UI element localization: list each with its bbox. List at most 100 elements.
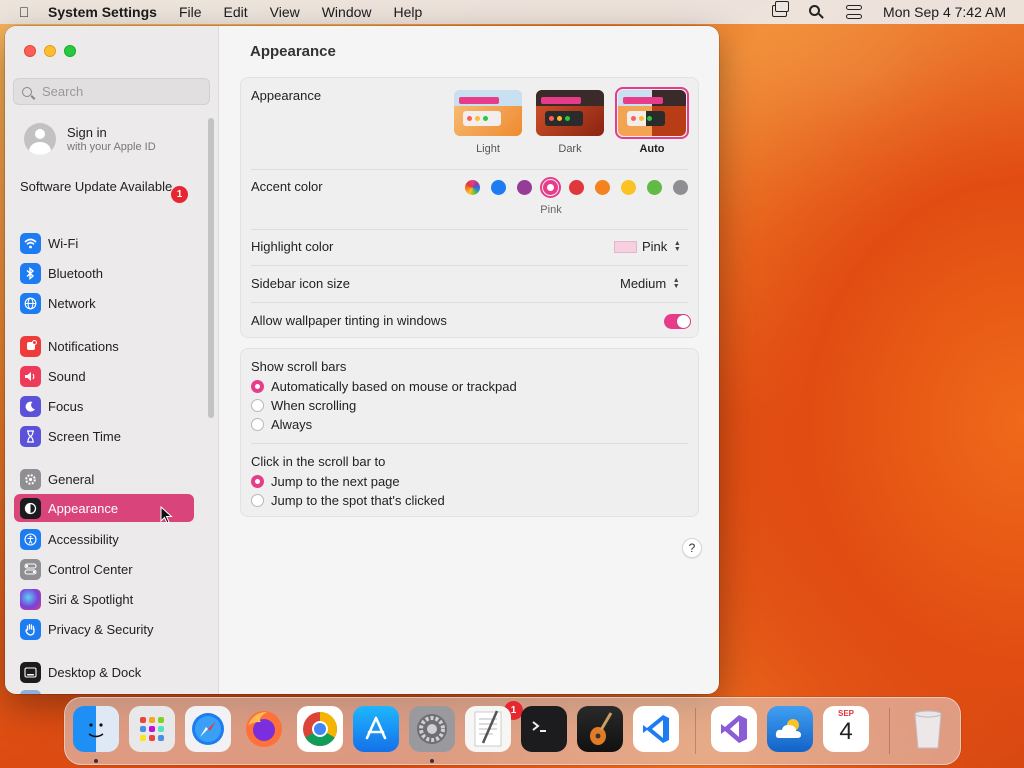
- scroll-bars-option-always[interactable]: Always: [251, 417, 688, 432]
- accent-purple-swatch[interactable]: [517, 180, 532, 195]
- dock-calendar-icon[interactable]: SEP 4: [823, 706, 869, 752]
- sidebar-item-screen-time[interactable]: Screen Time: [14, 422, 194, 450]
- sidebar-item-label: Accessibility: [48, 531, 119, 547]
- dock-visual-studio-icon[interactable]: [711, 706, 757, 752]
- sidebar-scrollbar[interactable]: [208, 118, 214, 418]
- sidebar-item-label: Sound: [48, 368, 86, 384]
- appearance-group: Appearance Light Dark Auto Accent color …: [240, 77, 699, 338]
- software-update-item[interactable]: Software Update Available: [20, 179, 190, 195]
- sidebar-item-label: Notifications: [48, 338, 119, 354]
- dock-terminal-icon[interactable]: [521, 706, 567, 752]
- apple-icon[interactable]: : [0, 4, 48, 20]
- sidebar-item-network[interactable]: Network: [14, 289, 194, 317]
- highlight-color-swatch: [614, 240, 637, 253]
- dock-garageband-icon[interactable]: [577, 706, 623, 752]
- scroll-bar-group: Show scroll bars Automatically based on …: [240, 348, 699, 517]
- globe-icon: [20, 292, 41, 314]
- apple-id-sign-in[interactable]: Sign in with your Apple ID: [24, 123, 156, 155]
- radio-button[interactable]: [251, 380, 264, 393]
- scroll-bars-option-auto[interactable]: Automatically based on mouse or trackpad: [251, 379, 688, 394]
- radio-button[interactable]: [251, 494, 264, 507]
- menu-help[interactable]: Help: [394, 4, 423, 20]
- radio-button[interactable]: [251, 418, 264, 431]
- running-indicator: [94, 759, 98, 763]
- spotlight-search-icon[interactable]: [809, 5, 826, 19]
- dock-safari-icon[interactable]: [185, 706, 231, 752]
- sidebar-item-general[interactable]: General: [14, 465, 194, 493]
- sidebar-item-bluetooth[interactable]: Bluetooth: [14, 259, 194, 287]
- wallpaper-tinting-toggle[interactable]: [664, 314, 691, 329]
- sidebar-item-focus[interactable]: Focus: [14, 392, 194, 420]
- accent-graphite-swatch[interactable]: [673, 180, 688, 195]
- dock-chrome-icon[interactable]: [297, 706, 343, 752]
- hourglass-icon: [20, 425, 41, 447]
- sidebar-icon-size-popup[interactable]: Medium ▲ ▼: [620, 276, 681, 291]
- accent-selected-name: Pink: [540, 204, 562, 216]
- menu-edit[interactable]: Edit: [224, 4, 248, 20]
- minimize-button[interactable]: [44, 45, 56, 57]
- sidebar-item-accessibility[interactable]: Accessibility: [14, 525, 194, 553]
- bell-icon: [20, 335, 41, 357]
- menu-clock[interactable]: Mon Sep 4 7:42 AM: [883, 4, 1006, 20]
- highlight-color-popup[interactable]: Pink ▲ ▼: [614, 239, 682, 254]
- sidebar: Search Sign in with your Apple ID Softwa…: [5, 26, 219, 694]
- accent-orange-swatch[interactable]: [595, 180, 610, 195]
- menu-window[interactable]: Window: [322, 4, 372, 20]
- dock-weather-icon[interactable]: [767, 706, 813, 752]
- dock-textedit-icon[interactable]: [465, 706, 511, 752]
- appearance-dark-thumbnail[interactable]: [536, 90, 604, 136]
- zoom-button[interactable]: [64, 45, 76, 57]
- wallpaper-tinting-label: Allow wallpaper tinting in windows: [251, 313, 447, 328]
- sidebar-item-label: Privacy & Security: [48, 621, 154, 637]
- accent-red-swatch[interactable]: [569, 180, 584, 195]
- sidebar-item-control-center[interactable]: Control Center: [14, 555, 194, 583]
- appearance-light-thumbnail[interactable]: [454, 90, 522, 136]
- search-placeholder: Search: [42, 84, 84, 99]
- radio-button[interactable]: [251, 399, 264, 412]
- sidebar-item-desktop-dock[interactable]: Desktop & Dock: [14, 658, 194, 686]
- sidebar-item-label: Control Center: [48, 561, 133, 577]
- menu-view[interactable]: View: [270, 4, 300, 20]
- control-center-icon[interactable]: [846, 5, 863, 19]
- show-scroll-bars-label: Show scroll bars: [251, 359, 347, 374]
- mouse-pointer-icon: [160, 506, 173, 524]
- sidebar-item-wifi[interactable]: Wi-Fi: [14, 229, 194, 257]
- appearance-auto-thumbnail[interactable]: [618, 90, 686, 136]
- scroll-bars-option-scrolling[interactable]: When scrolling: [251, 398, 688, 413]
- click-scroll-option-next-page[interactable]: Jump to the next page: [251, 474, 688, 489]
- dock-vscode-icon[interactable]: [633, 706, 679, 752]
- accessibility-icon: [20, 528, 41, 550]
- sidebar-item-sound[interactable]: Sound: [14, 362, 194, 390]
- hand-icon: [20, 618, 41, 640]
- radio-label: Jump to the spot that's clicked: [271, 493, 445, 508]
- calendar-day: 4: [839, 718, 853, 745]
- close-button[interactable]: [24, 45, 36, 57]
- click-scroll-option-spot[interactable]: Jump to the spot that's clicked: [251, 493, 688, 508]
- menu-app-name[interactable]: System Settings: [48, 4, 157, 20]
- search-field[interactable]: Search: [13, 78, 210, 105]
- radio-button[interactable]: [251, 475, 264, 488]
- dock-system-settings-icon[interactable]: [409, 706, 455, 752]
- screen-mirroring-icon[interactable]: [772, 5, 789, 19]
- divider: [251, 229, 688, 230]
- dock-firefox-icon[interactable]: [241, 706, 287, 752]
- dock-launchpad-icon[interactable]: [129, 706, 175, 752]
- sidebar-item-siri-spotlight[interactable]: Siri & Spotlight: [14, 585, 194, 613]
- sidebar-item-notifications[interactable]: Notifications: [14, 332, 194, 360]
- accent-yellow-swatch[interactable]: [621, 180, 636, 195]
- dock-icon: [20, 661, 41, 683]
- sidebar-next-item-peek: [20, 690, 41, 694]
- software-update-badge: 1: [171, 186, 188, 203]
- menu-file[interactable]: File: [179, 4, 202, 20]
- dock-trash-icon[interactable]: [905, 706, 951, 752]
- divider: [251, 169, 688, 170]
- dock-finder-icon[interactable]: [73, 706, 119, 752]
- help-button[interactable]: ?: [682, 538, 702, 558]
- dock-separator: [889, 708, 890, 754]
- accent-multicolor-swatch[interactable]: [465, 180, 480, 195]
- accent-blue-swatch[interactable]: [491, 180, 506, 195]
- accent-pink-swatch[interactable]: [543, 180, 558, 195]
- dock-app-store-icon[interactable]: [353, 706, 399, 752]
- sidebar-item-privacy-security[interactable]: Privacy & Security: [14, 615, 194, 643]
- accent-green-swatch[interactable]: [647, 180, 662, 195]
